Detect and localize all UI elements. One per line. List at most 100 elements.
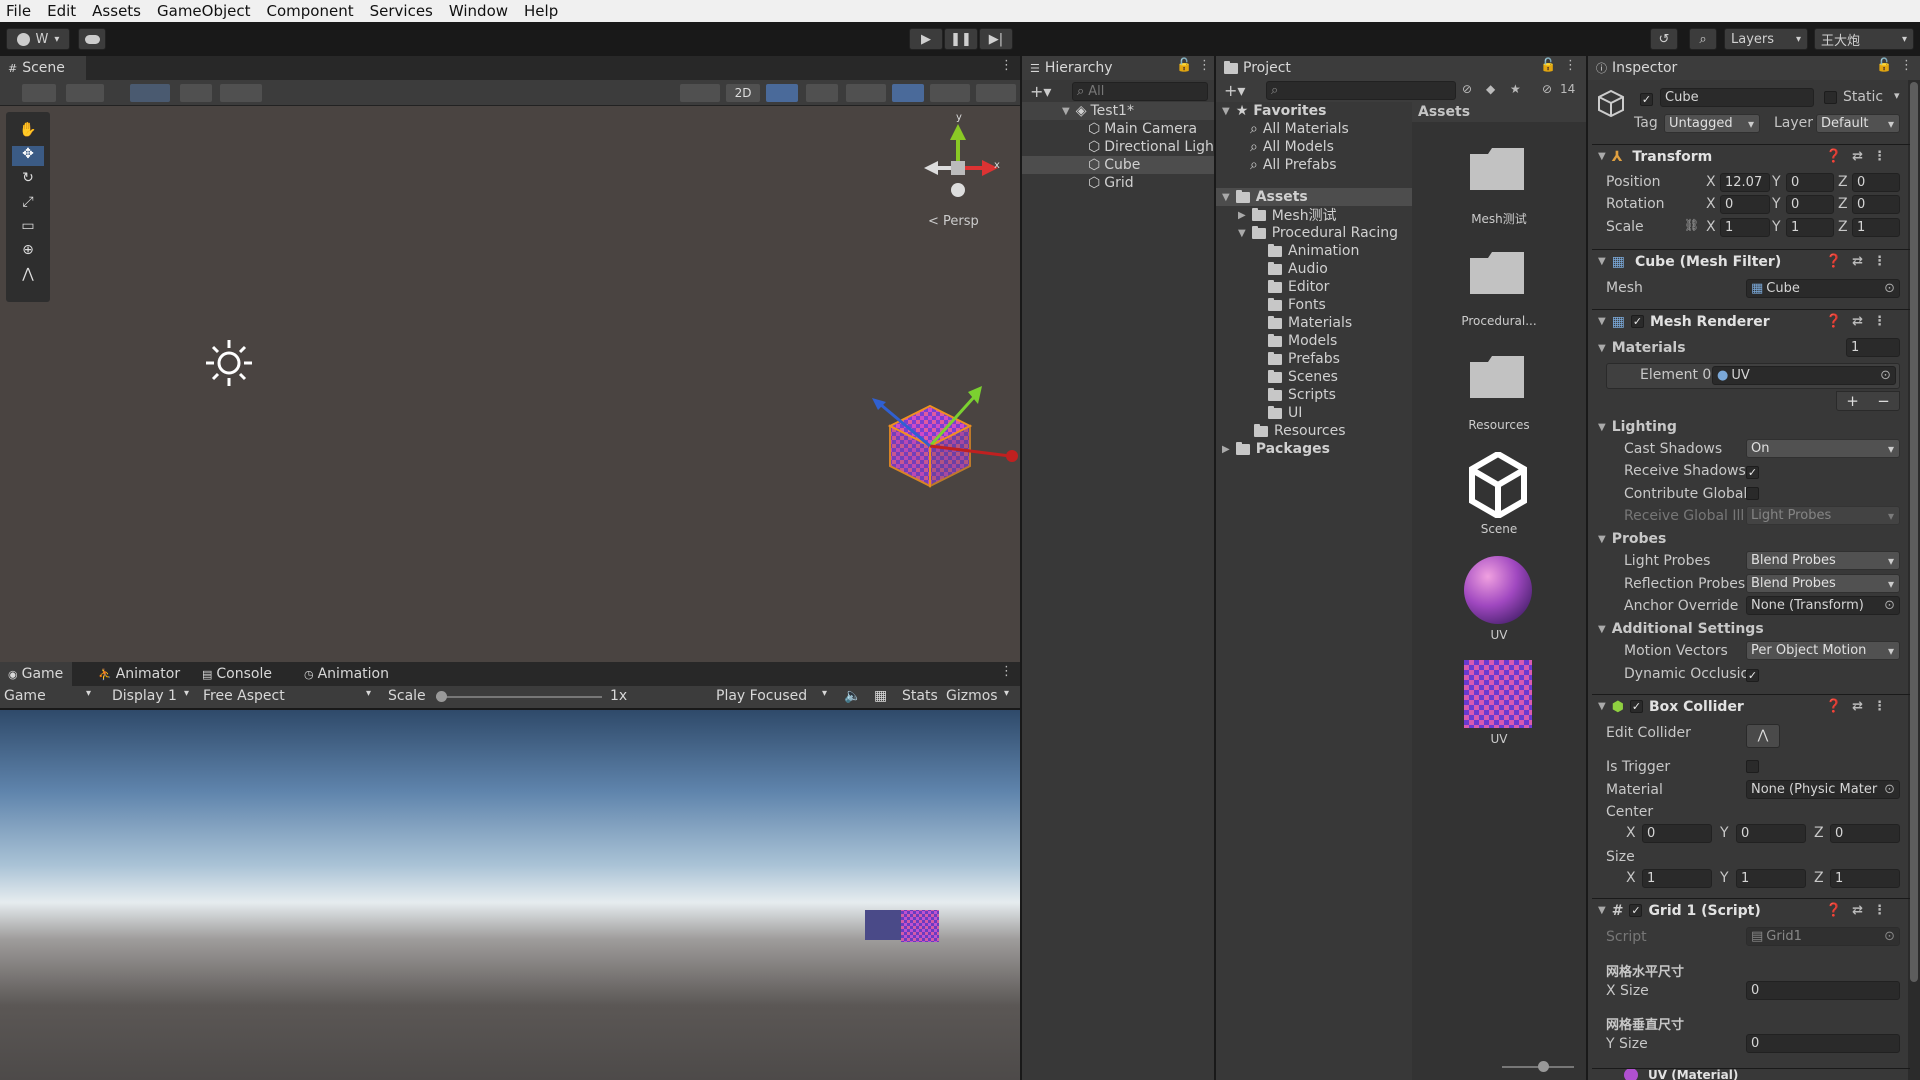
hidden-packages-icon[interactable]: ⊘ xyxy=(1542,82,1552,96)
asset-folder-mesh-test[interactable] xyxy=(1468,146,1526,192)
object-picker-icon[interactable]: ⊙ xyxy=(1884,281,1895,296)
folder-materials[interactable]: Materials xyxy=(1268,314,1352,332)
additional-settings-foldout[interactable]: ▼ Additional Settings xyxy=(1598,619,1764,639)
inspector-menu-icon[interactable]: ⋮ xyxy=(1900,58,1913,73)
layout-dropdown[interactable]: 王大炮 ▾ xyxy=(1814,28,1914,50)
favorite-all-prefabs[interactable]: ⌕ All Prefabs xyxy=(1250,156,1337,174)
gizmos-toggle[interactable] xyxy=(976,84,1016,102)
receive-shadows-checkbox[interactable]: ✓ xyxy=(1746,464,1765,480)
folder-fonts[interactable]: Fonts xyxy=(1268,296,1326,314)
component-header-buttons[interactable]: ❓⇄⋮ xyxy=(1826,699,1896,714)
mute-audio-icon[interactable]: 🔈 xyxy=(844,688,861,704)
folder-models[interactable]: Models xyxy=(1268,332,1337,350)
box-collider-header[interactable]: ▼ ⬢ ✓ Box Collider ❓⇄⋮ xyxy=(1592,694,1910,718)
menu-assets[interactable]: Assets xyxy=(92,2,141,20)
scale-z-input[interactable]: 1 xyxy=(1852,218,1900,237)
scene-root-row[interactable]: ▼ ◈ Test1* xyxy=(1022,102,1214,120)
play-mode-dropdown[interactable]: Play Focused xyxy=(716,688,807,704)
aspect-dropdown[interactable]: Free Aspect xyxy=(203,688,285,704)
stats-button[interactable]: Stats xyxy=(902,688,938,704)
tab-console[interactable]: ▤ Console xyxy=(194,662,284,686)
layer-dropdown[interactable]: Default xyxy=(1816,114,1900,133)
size-x-input[interactable]: 1 xyxy=(1642,869,1712,888)
cloud-button[interactable] xyxy=(78,28,106,50)
shading-button[interactable] xyxy=(680,84,720,102)
directional-light-icon[interactable] xyxy=(204,338,254,388)
search-by-label-icon[interactable]: ◆ xyxy=(1486,82,1495,96)
object-picker-icon[interactable]: ⊙ xyxy=(1884,598,1895,613)
folder-procedural-racing[interactable]: ▼ Procedural Racing xyxy=(1238,224,1398,242)
scale-slider-handle[interactable] xyxy=(436,691,447,702)
mesh-filter-header[interactable]: ▼ ▦ Cube (Mesh Filter) ❓⇄⋮ xyxy=(1592,249,1910,273)
audio-toggle[interactable] xyxy=(806,84,838,102)
scale-tool-icon[interactable]: ⤢ xyxy=(12,194,44,214)
hierarchy-item-grid[interactable]: ⬡ Grid xyxy=(1088,174,1134,192)
component-header-buttons[interactable]: ❓⇄⋮ xyxy=(1826,314,1896,329)
tab-scene[interactable]: # Scene xyxy=(0,56,86,80)
effects-toggle[interactable] xyxy=(846,84,886,102)
inspector-lock-icon[interactable]: 🔓 xyxy=(1876,58,1892,73)
history-button[interactable]: ↺ xyxy=(1650,28,1678,50)
game-mode-dropdown[interactable]: Game xyxy=(4,688,46,704)
render-mode-button[interactable] xyxy=(66,84,104,102)
size-z-input[interactable]: 1 xyxy=(1830,869,1900,888)
rotation-z-input[interactable]: 0 xyxy=(1852,195,1900,214)
tab-animator[interactable]: ⛹ Animator xyxy=(90,662,180,686)
is-trigger-checkbox[interactable] xyxy=(1746,760,1765,777)
scale-y-input[interactable]: 1 xyxy=(1786,218,1834,237)
component-header-buttons[interactable]: ❓⇄⋮ xyxy=(1826,903,1896,918)
scene-menu-icon[interactable]: ⋮ xyxy=(1000,58,1013,73)
constrain-proportions-icon[interactable]: ⛓ xyxy=(1684,218,1699,232)
light-probes-dropdown[interactable]: Blend Probes xyxy=(1746,551,1900,570)
project-add-button[interactable]: +▾ xyxy=(1224,81,1245,100)
hierarchy-item-cube[interactable]: ⬡ Cube xyxy=(1022,156,1214,174)
project-menu-icon[interactable]: ⋮ xyxy=(1564,58,1577,73)
custom-tool-icon[interactable]: ⋀ xyxy=(12,266,44,286)
account-button[interactable]: W ▾ xyxy=(6,28,70,50)
remove-element-button[interactable]: − xyxy=(1877,392,1890,410)
menu-file[interactable]: File xyxy=(6,2,31,20)
hierarchy-search-input[interactable]: ⌕ All xyxy=(1072,82,1208,101)
hidden-objects-toggle[interactable] xyxy=(892,84,924,102)
menu-edit[interactable]: Edit xyxy=(47,2,76,20)
menu-window[interactable]: Window xyxy=(449,2,508,20)
edit-collider-button[interactable]: ⋀ xyxy=(1746,724,1780,748)
search-by-type-icon[interactable]: ⊘ xyxy=(1462,82,1472,96)
materials-count-field[interactable]: 1 xyxy=(1846,338,1900,357)
game-viewport[interactable] xyxy=(0,710,1020,1080)
center-y-input[interactable]: 0 xyxy=(1736,824,1806,843)
orientation-gizmo[interactable]: y x xyxy=(920,112,1000,208)
asset-uv-texture[interactable] xyxy=(1464,660,1532,728)
mesh-renderer-header[interactable]: ▼ ▦ ✓ Mesh Renderer ❓⇄⋮ xyxy=(1592,309,1910,333)
grid-snap-button[interactable] xyxy=(130,84,170,102)
position-x-input[interactable]: 12.07 xyxy=(1720,173,1770,192)
asset-size-slider-handle[interactable] xyxy=(1538,1061,1549,1072)
contribute-gi-checkbox[interactable] xyxy=(1746,487,1765,504)
game-menu-icon[interactable]: ⋮ xyxy=(1000,664,1013,679)
scale-slider[interactable] xyxy=(436,691,602,702)
favorite-all-models[interactable]: ⌕ All Models xyxy=(1250,138,1334,156)
hierarchy-item-main-camera[interactable]: ⬡ Main Camera xyxy=(1088,120,1197,138)
transform-header[interactable]: ▼ ⅄ Transform ❓⇄⋮ xyxy=(1592,144,1910,168)
center-z-input[interactable]: 0 xyxy=(1830,824,1900,843)
rect-tool-icon[interactable]: ▭ xyxy=(12,218,44,238)
tab-hierarchy[interactable]: ☰ Hierarchy xyxy=(1022,56,1142,80)
layers-dropdown[interactable]: Layers ▾ xyxy=(1724,28,1808,50)
camera-settings-button[interactable] xyxy=(930,84,970,102)
reflection-probes-dropdown[interactable]: Blend Probes xyxy=(1746,574,1900,593)
asset-uv-material[interactable] xyxy=(1464,556,1532,624)
materials-foldout[interactable]: ▼ Materials xyxy=(1598,338,1686,358)
snap-increment-button[interactable] xyxy=(220,84,262,102)
menu-help[interactable]: Help xyxy=(524,2,558,20)
inspector-scroll-thumb[interactable] xyxy=(1910,82,1918,982)
component-header-buttons[interactable]: ❓⇄⋮ xyxy=(1826,149,1896,164)
folder-animation[interactable]: Animation xyxy=(1268,242,1359,260)
asset-size-slider[interactable] xyxy=(1502,1061,1574,1072)
folder-editor[interactable]: Editor xyxy=(1268,278,1329,296)
hierarchy-lock-icon[interactable]: 🔓 xyxy=(1176,58,1192,73)
object-name-input[interactable]: Cube xyxy=(1660,88,1814,107)
active-checkbox[interactable]: ✓ xyxy=(1640,91,1659,107)
tab-inspector[interactable]: ⓘ Inspector xyxy=(1588,56,1698,80)
hierarchy-add-button[interactable]: +▾ xyxy=(1030,82,1051,101)
hierarchy-item-directional-light[interactable]: ⬡ Directional Ligh xyxy=(1088,138,1214,156)
